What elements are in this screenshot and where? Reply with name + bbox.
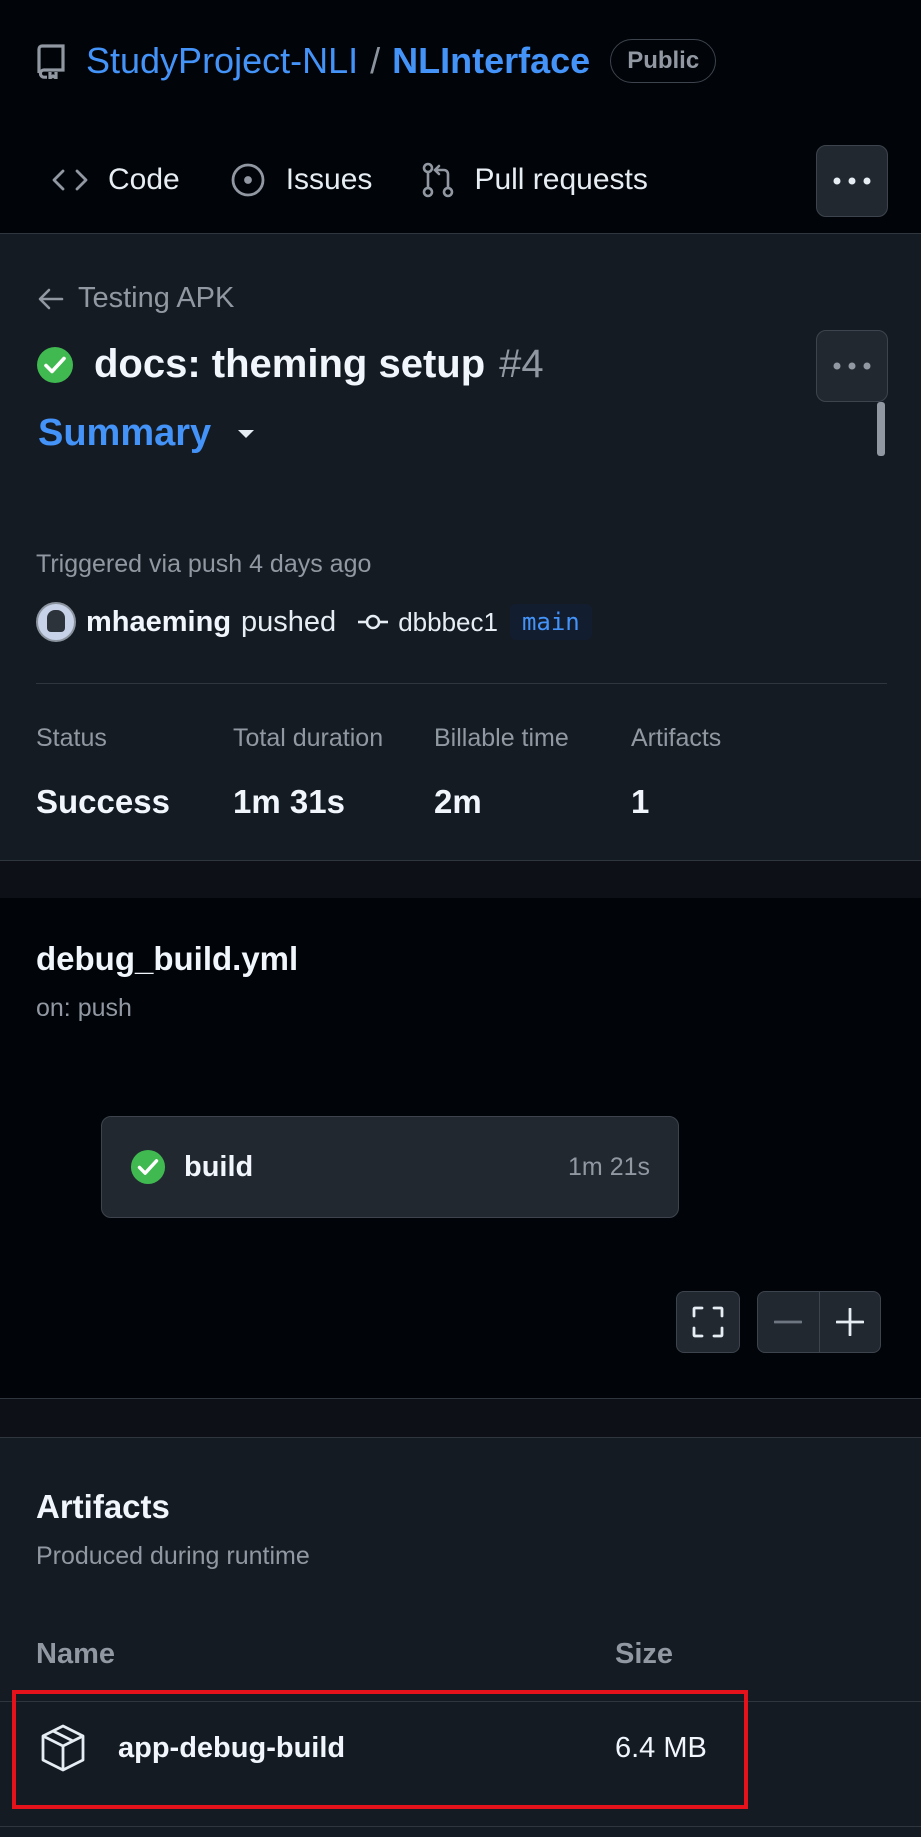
job-card-build[interactable]: build 1m 21s <box>101 1116 679 1218</box>
stat-duration-value: 1m 31s <box>233 783 345 820</box>
zoom-out-button[interactable] <box>758 1292 819 1352</box>
stat-billable-value: 2m <box>434 783 482 820</box>
tab-code-label: Code <box>108 163 180 196</box>
screen-full-icon <box>692 1306 724 1338</box>
tab-pull-requests[interactable]: Pull requests <box>422 162 648 198</box>
run-summary-section: Testing APK docs: theming setup #4 Summa… <box>0 234 921 861</box>
scrollbar-thumb[interactable] <box>877 402 885 456</box>
repo-owner-link[interactable]: StudyProject-NLI <box>86 40 358 82</box>
stat-status: Status Success <box>36 724 170 821</box>
package-icon <box>40 1724 86 1772</box>
fullscreen-button[interactable] <box>676 1291 740 1353</box>
workflow-name: Testing APK <box>78 282 235 314</box>
artifacts-title: Artifacts <box>36 1488 170 1525</box>
stat-artifacts-value[interactable]: 1 <box>631 783 721 821</box>
branch-label[interactable]: main <box>509 604 592 640</box>
run-number: #4 <box>499 342 544 386</box>
actor-link[interactable]: mhaeming <box>86 606 231 639</box>
visibility-badge: Public <box>610 39 717 83</box>
push-action-text: pushed <box>241 605 337 638</box>
stat-duration: Total duration 1m 31s <box>233 724 383 821</box>
code-icon <box>52 166 88 194</box>
stat-artifacts: Artifacts 1 <box>631 724 721 821</box>
job-name: build <box>184 1150 254 1183</box>
artifacts-section: Artifacts Produced during runtime Name S… <box>0 1438 921 1837</box>
commit-sha: dbbbec1 <box>398 606 498 637</box>
stat-billable: Billable time 2m <box>434 724 569 821</box>
zoom-controls <box>757 1291 881 1353</box>
check-circle-icon <box>130 1149 166 1185</box>
kebab-horizontal-icon <box>833 362 871 370</box>
repo-nav-tabs: Code Issues Pull requests <box>52 150 698 210</box>
artifact-name[interactable]: app-debug-build <box>118 1732 345 1765</box>
artifact-row-app-debug-build[interactable]: app-debug-build 6.4 MB <box>12 1690 748 1809</box>
section-gap <box>0 1399 921 1438</box>
tab-issues-label: Issues <box>285 163 373 196</box>
stat-artifacts-label: Artifacts <box>631 724 722 752</box>
workflow-file[interactable]: debug_build.yml <box>36 940 298 978</box>
zoom-in-button[interactable] <box>818 1292 881 1352</box>
back-to-workflow-link[interactable]: Testing APK <box>38 282 234 315</box>
stat-billable-label: Billable time <box>434 724 569 752</box>
artifact-size: 6.4 MB <box>615 1732 707 1764</box>
kebab-horizontal-icon <box>833 177 871 185</box>
tab-code[interactable]: Code <box>52 163 180 197</box>
repo-icon <box>36 43 68 79</box>
git-pull-request-icon <box>422 162 454 198</box>
stat-status-label: Status <box>36 724 107 752</box>
summary-label: Summary <box>38 412 212 454</box>
dash-icon <box>774 1320 803 1324</box>
git-commit-icon <box>358 614 389 630</box>
divider <box>0 1826 921 1827</box>
avatar[interactable] <box>36 602 76 642</box>
check-circle-icon <box>36 346 74 384</box>
issue-opened-icon <box>230 162 266 198</box>
trigger-text: Triggered via push 4 days ago <box>36 550 372 578</box>
stat-status-value: Success <box>36 783 170 820</box>
run-title: docs: theming setup <box>94 342 486 386</box>
commit-link[interactable]: dbbbec1 <box>358 607 498 638</box>
column-header-name: Name <box>36 1638 115 1670</box>
run-more-button[interactable] <box>816 330 888 402</box>
run-title-row: docs: theming setup #4 <box>36 342 544 387</box>
workflow-graph: debug_build.yml on: push build 1m 21s <box>0 898 921 1399</box>
tab-pull-requests-label: Pull requests <box>474 163 648 196</box>
tab-issues[interactable]: Issues <box>230 162 373 198</box>
repo-breadcrumb: StudyProject-NLI / NLInterface Public <box>36 39 717 83</box>
push-info: mhaeming pushed dbbbec1 main <box>36 602 592 642</box>
repo-header: StudyProject-NLI / NLInterface Public Co… <box>0 0 921 234</box>
summary-dropdown[interactable]: Summary <box>38 412 255 455</box>
arrow-left-icon <box>38 287 64 311</box>
column-header-size: Size <box>615 1638 674 1670</box>
stat-duration-label: Total duration <box>233 724 384 752</box>
nav-more-button[interactable] <box>816 145 888 217</box>
artifacts-subtitle: Produced during runtime <box>36 1542 310 1570</box>
repo-name-link[interactable]: NLInterface <box>392 40 590 82</box>
workflow-trigger: on: push <box>36 994 132 1022</box>
breadcrumb-separator: / <box>370 40 381 81</box>
divider <box>36 683 887 684</box>
triangle-down-icon <box>237 429 255 439</box>
job-duration: 1m 21s <box>568 1152 650 1181</box>
plus-icon <box>835 1308 864 1336</box>
